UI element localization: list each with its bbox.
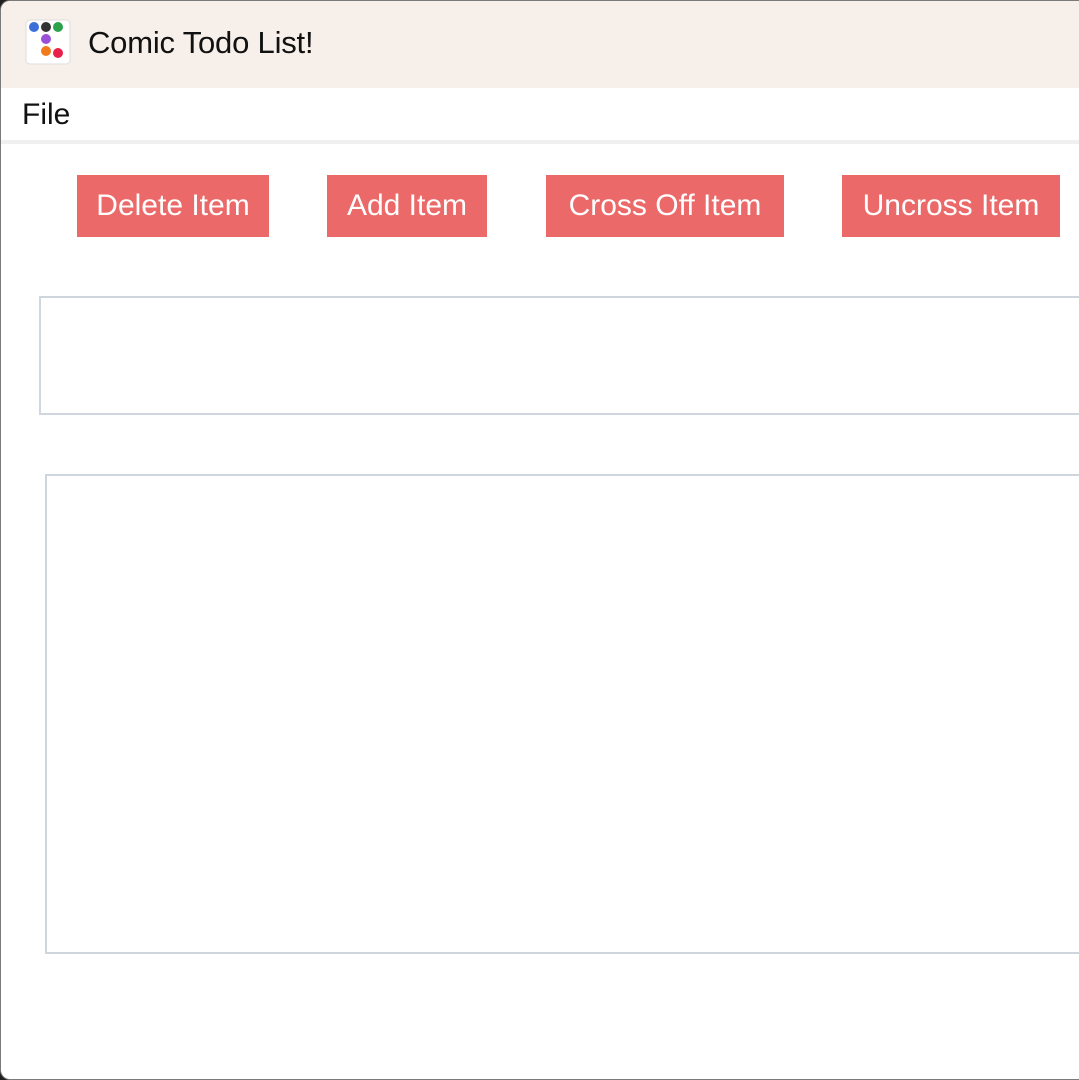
window-title: Comic Todo List! bbox=[88, 25, 314, 60]
uncross-item-button[interactable]: Uncross Item bbox=[842, 175, 1060, 237]
delete-item-button[interactable]: Delete Item bbox=[77, 175, 269, 237]
menu-bar: File bbox=[1, 88, 1079, 144]
title-bar[interactable]: Comic Todo List! bbox=[1, 1, 1079, 88]
app-dots-icon bbox=[25, 19, 71, 65]
todo-entry-input[interactable] bbox=[39, 296, 1079, 415]
add-item-button[interactable]: Add Item bbox=[327, 175, 487, 237]
cross-off-item-button[interactable]: Cross Off Item bbox=[546, 175, 784, 237]
menu-file[interactable]: File bbox=[22, 98, 70, 132]
app-window: Comic Todo List! File Delete Item Add It… bbox=[0, 0, 1079, 1080]
todo-listbox[interactable] bbox=[45, 474, 1079, 954]
